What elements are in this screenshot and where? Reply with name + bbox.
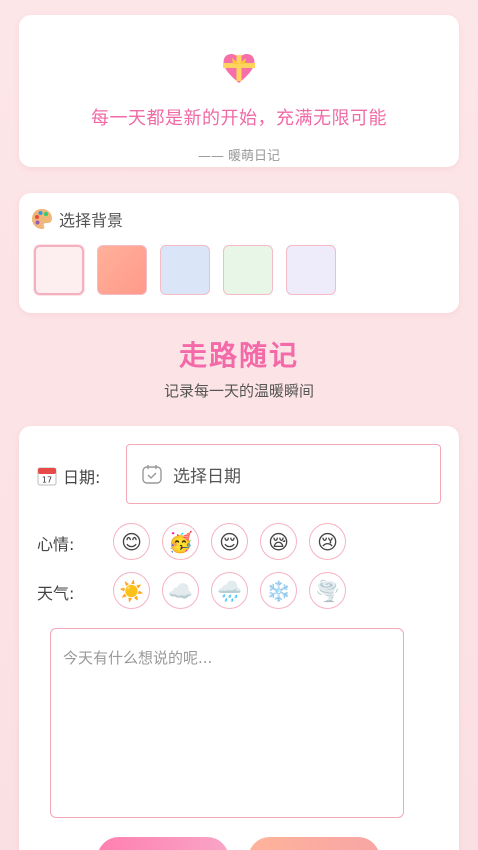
quote-author: —— 暖萌日记	[197, 149, 281, 164]
calendar-icon: 17	[37, 467, 57, 486]
mood-sleepy-icon[interactable]: 😪	[260, 523, 297, 560]
weather-cloudy-icon[interactable]: ☁️	[162, 572, 199, 609]
weather-options: ☀️ ☁️ 🌧️ ❄️ 🌪️	[113, 572, 346, 609]
reset-button[interactable]	[248, 837, 380, 850]
svg-text:17: 17	[42, 476, 52, 485]
mood-happy-icon[interactable]: 😊	[113, 523, 150, 560]
mood-label: 心情:	[37, 535, 75, 554]
swatch-blue[interactable]	[160, 245, 210, 295]
palette-icon	[32, 209, 52, 229]
calendar-check-icon	[142, 465, 162, 484]
mood-options: 😊 🥳 😌 😪 😢	[113, 523, 346, 560]
date-label-row: 17 日期:	[37, 464, 100, 488]
weather-snow-icon[interactable]: ❄️	[260, 572, 297, 609]
mood-sad-icon[interactable]: 😢	[309, 523, 346, 560]
weather-sunny-icon[interactable]: ☀️	[113, 572, 150, 609]
save-button[interactable]	[97, 837, 229, 850]
background-selector-title: 选择背景	[59, 211, 124, 230]
diary-text-input[interactable]	[50, 628, 404, 818]
date-placeholder: 选择日期	[173, 466, 241, 487]
background-selector-header: 选择背景	[31, 207, 123, 231]
app-subtitle: 记录每一天的温暖瞬间	[163, 382, 314, 400]
weather-rain-icon[interactable]: 🌧️	[211, 572, 248, 609]
mood-relieved-icon[interactable]: 😌	[211, 523, 248, 560]
swatch-lavender[interactable]	[286, 245, 336, 295]
mood-party-icon[interactable]: 🥳	[162, 523, 199, 560]
weather-label: 天气:	[37, 584, 75, 603]
background-selector-card: 选择背景	[19, 193, 459, 313]
heart-ribbon-icon	[19, 51, 459, 89]
date-picker-input[interactable]: 选择日期	[126, 444, 441, 504]
swatch-pink-light[interactable]	[34, 245, 84, 295]
app-title: 走路随记	[178, 339, 299, 372]
diary-form-card: 17 日期: 选择日期 心情: 😊 🥳 😌 😪 😢 天气: ☀️ ☁️ 🌧️ ❄…	[19, 426, 459, 850]
date-label: 日期:	[63, 468, 101, 487]
swatch-green[interactable]	[223, 245, 273, 295]
quote-card: 每一天都是新的开始，充满无限可能 —— 暖萌日记	[19, 15, 459, 167]
background-swatches	[34, 245, 336, 295]
swatch-peach[interactable]	[97, 245, 147, 295]
weather-tornado-icon[interactable]: 🌪️	[309, 572, 346, 609]
daily-quote: 每一天都是新的开始，充满无限可能	[91, 108, 387, 129]
page: 每一天都是新的开始，充满无限可能 —— 暖萌日记 选择背景 走路随记 记录每一天…	[0, 0, 478, 850]
